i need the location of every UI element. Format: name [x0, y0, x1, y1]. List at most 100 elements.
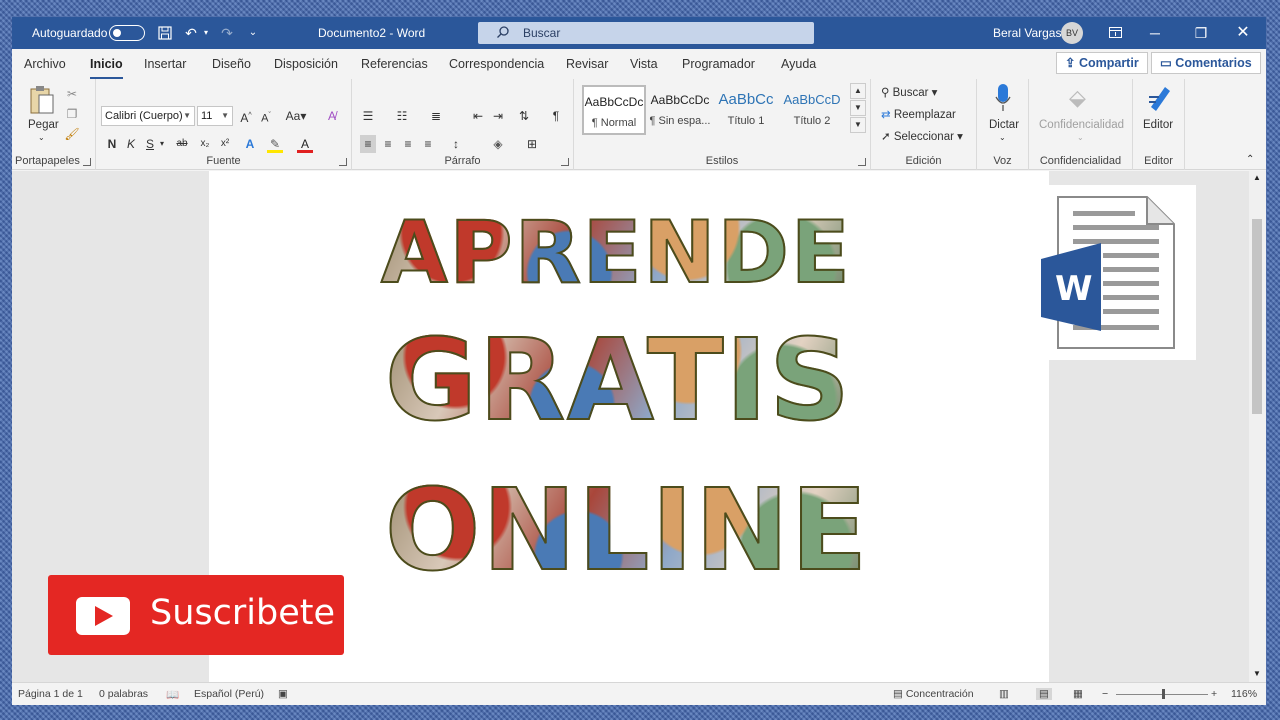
redo-icon[interactable]: ↷	[217, 17, 237, 49]
underline-button[interactable]: S	[142, 135, 158, 153]
cut-icon[interactable]: ✂	[64, 85, 80, 103]
show-formatting-icon[interactable]: ¶	[548, 107, 564, 125]
microphone-icon[interactable]	[994, 83, 1012, 113]
bullets-icon[interactable]: ☰	[360, 107, 376, 125]
paste-dropdown-icon[interactable]: ⌄	[38, 133, 45, 142]
style-heading-2[interactable]: AaBbCcD Título 2	[780, 85, 844, 135]
proofing-icon[interactable]: 📖	[166, 688, 179, 701]
copy-icon[interactable]: ❐	[64, 105, 80, 123]
undo-dropdown-icon[interactable]: ▾	[201, 17, 211, 49]
editor-icon[interactable]	[1147, 83, 1173, 113]
dictate-dropdown-icon[interactable]: ⌄	[999, 133, 1006, 142]
search-box[interactable]: Buscar	[478, 22, 814, 44]
superscript-icon[interactable]: x²	[217, 135, 233, 153]
align-center-icon[interactable]: ≡	[380, 135, 396, 153]
paragraph-launcher-icon[interactable]	[561, 158, 569, 166]
word-count[interactable]: 0 palabras	[99, 688, 148, 700]
zoom-in-icon[interactable]: +	[1211, 688, 1217, 700]
zoom-slider[interactable]	[1116, 689, 1208, 699]
scrollbar-thumb[interactable]	[1252, 219, 1262, 414]
grow-font-icon[interactable]: A^	[238, 107, 254, 125]
tab-archivo[interactable]: Archivo	[24, 57, 66, 71]
align-right-icon[interactable]: ≡	[400, 135, 416, 153]
page-count[interactable]: Página 1 de 1	[18, 688, 83, 700]
art-text-line-3[interactable]: ONLINE	[384, 470, 870, 592]
tab-insertar[interactable]: Insertar	[144, 57, 186, 71]
tab-ayuda[interactable]: Ayuda	[781, 57, 816, 71]
justify-icon[interactable]: ≡	[420, 135, 436, 153]
dictate-label[interactable]: Dictar	[989, 119, 1019, 131]
vertical-scrollbar[interactable]: ▲ ▼	[1249, 171, 1266, 682]
style-no-spacing[interactable]: AaBbCcDc ¶ Sin espa...	[648, 85, 712, 135]
tab-diseno[interactable]: Diseño	[212, 57, 251, 71]
user-name[interactable]: Beral Vargas	[993, 17, 1061, 49]
tab-referencias[interactable]: Referencias	[361, 57, 428, 71]
ribbon-display-options-icon[interactable]	[1104, 17, 1126, 49]
editor-label[interactable]: Editor	[1143, 119, 1173, 131]
collapse-ribbon-icon[interactable]: ⌃	[1246, 154, 1254, 165]
tab-revisar[interactable]: Revisar	[566, 57, 608, 71]
print-layout-icon[interactable]: ▤	[1036, 688, 1052, 700]
align-left-icon[interactable]: ≡	[360, 135, 376, 153]
underline-dropdown-icon[interactable]: ▾	[158, 135, 166, 153]
save-icon[interactable]	[155, 17, 175, 49]
line-spacing-icon[interactable]: ↕	[448, 135, 464, 153]
text-effects-icon[interactable]: A	[242, 135, 258, 153]
clipboard-launcher-icon[interactable]	[83, 158, 91, 166]
tab-correspondencia[interactable]: Correspondencia	[449, 57, 544, 71]
clear-format-icon[interactable]: A̸	[324, 107, 340, 125]
decrease-indent-icon[interactable]: ⇤	[470, 107, 486, 125]
format-painter-icon[interactable]: 🖌	[64, 125, 80, 143]
sort-icon[interactable]: ⇅	[516, 107, 532, 125]
style-normal[interactable]: AaBbCcDc ¶ Normal	[582, 85, 646, 135]
increase-indent-icon[interactable]: ⇥	[490, 107, 506, 125]
italic-button[interactable]: K	[123, 135, 139, 153]
borders-icon[interactable]: ⊞	[524, 135, 540, 153]
tab-vista[interactable]: Vista	[630, 57, 658, 71]
read-mode-icon[interactable]: ▥	[999, 688, 1009, 700]
font-name-combo[interactable]: Calibri (Cuerpo) ▼	[101, 106, 195, 126]
accessibility-icon[interactable]: ▣	[278, 688, 288, 700]
scroll-down-icon[interactable]: ▼	[1253, 669, 1261, 678]
web-layout-icon[interactable]: ▦	[1073, 688, 1083, 700]
customize-toolbar-icon[interactable]: ⌄	[245, 17, 261, 49]
focus-mode-button[interactable]: ▤ Concentración	[893, 688, 974, 700]
minimize-icon[interactable]: ─	[1142, 17, 1168, 49]
art-text-line-1[interactable]: APRENDE	[380, 202, 852, 304]
highlight-icon[interactable]: ✎	[267, 135, 283, 153]
shrink-font-icon[interactable]: Aˇ	[258, 107, 274, 125]
change-case-button[interactable]: Aa▾	[284, 107, 308, 125]
zoom-level[interactable]: 116%	[1231, 688, 1257, 700]
scroll-up-icon[interactable]: ▲	[1253, 173, 1261, 182]
tab-disposicion[interactable]: Disposición	[274, 57, 338, 71]
language-label[interactable]: Español (Perú)	[194, 688, 264, 700]
bold-button[interactable]: N	[104, 135, 120, 153]
restore-icon[interactable]: ❐	[1188, 17, 1214, 49]
tab-inicio[interactable]: Inicio	[90, 57, 123, 80]
numbering-icon[interactable]: ☷	[394, 107, 410, 125]
undo-icon[interactable]: ↶	[181, 17, 201, 49]
font-color-icon[interactable]: A	[297, 135, 313, 153]
font-launcher-icon[interactable]	[339, 158, 347, 166]
subscript-icon[interactable]: x₂	[197, 135, 213, 153]
font-size-combo[interactable]: 11 ▼	[197, 106, 233, 126]
styles-more-icon[interactable]: ▼	[850, 117, 866, 133]
styles-launcher-icon[interactable]	[858, 158, 866, 166]
paste-label[interactable]: Pegar	[28, 119, 59, 131]
close-icon[interactable]: ✕	[1230, 17, 1256, 49]
autosave-toggle[interactable]	[109, 25, 145, 41]
styles-scroll-up-icon[interactable]: ▲	[850, 83, 866, 99]
multilevel-list-icon[interactable]: ≣	[428, 107, 444, 125]
zoom-out-icon[interactable]: −	[1102, 688, 1108, 700]
find-button[interactable]: ⚲ Buscar ▾	[881, 85, 937, 99]
share-button[interactable]: ⇪ Compartir	[1056, 52, 1148, 74]
strikethrough-icon[interactable]: ab	[174, 135, 190, 153]
subscribe-badge[interactable]: Suscribete	[48, 575, 344, 655]
art-text-line-2[interactable]: GRATIS	[384, 320, 852, 442]
replace-button[interactable]: ⇄ Reemplazar	[881, 107, 956, 121]
paste-icon[interactable]	[28, 85, 58, 115]
style-heading-1[interactable]: AaBbCc Título 1	[714, 85, 778, 135]
avatar[interactable]: BV	[1061, 22, 1083, 44]
styles-scroll-down-icon[interactable]: ▼	[850, 100, 866, 116]
shading-icon[interactable]: ◈	[490, 135, 506, 153]
